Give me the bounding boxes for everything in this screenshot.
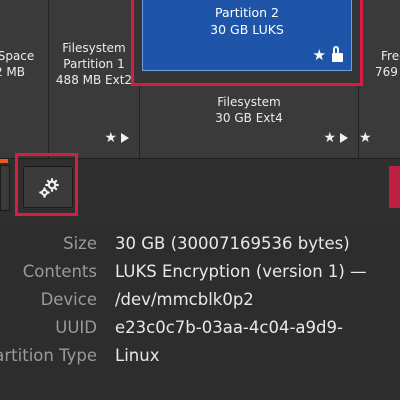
size-value: 30 GB (30007169536 bytes): [115, 234, 350, 253]
contents-label: Contents: [22, 262, 97, 281]
detail-row-device: Device /dev/mmcblk0p2: [0, 286, 400, 314]
filesystem-label: Filesystem: [62, 41, 126, 55]
partition-type-value: Linux: [115, 346, 160, 365]
star-icon: ★: [359, 130, 372, 146]
toolbar-button[interactable]: [0, 165, 10, 211]
uuid-value: e23c0c7b-03aa-4c04-a9d9-: [115, 318, 343, 337]
free-space-size: 2 MB: [0, 65, 26, 79]
contents-value: LUKS Encryption (version 1) —: [115, 262, 367, 281]
partition-size: 30 GB LUKS: [210, 22, 284, 37]
settings-button-highlight: [15, 153, 78, 216]
uuid-label: UUID: [55, 318, 97, 337]
free-space-size: 769: [375, 65, 398, 79]
size-label: Size: [63, 234, 97, 253]
free-space-segment-left[interactable]: Space 2 MB: [0, 0, 49, 158]
star-icon: ★: [323, 130, 336, 146]
detail-row-uuid: UUID e23c0c7b-03aa-4c04-a9d9-: [0, 314, 400, 342]
partition-size: 488 MB Ext2: [55, 73, 133, 87]
selected-partition-highlight: Partition 2 30 GB LUKS ★: [131, 0, 363, 86]
filesystem-partition-1-segment[interactable]: Filesystem Partition 1 488 MB Ext2 ★: [49, 0, 140, 158]
usage-indicator: [0, 159, 8, 163]
partition-map: Space 2 MB Filesystem Partition 1 488 MB…: [0, 0, 400, 158]
partition-name: Partition 1: [63, 57, 125, 71]
filesystem-label: Filesystem: [217, 95, 281, 109]
luks-status-icons: ★: [312, 46, 343, 64]
star-icon: ★: [104, 130, 117, 146]
free-space-label: Space: [0, 49, 35, 63]
delete-button-edge[interactable]: [389, 166, 400, 208]
device-value: /dev/mmcblk0p2: [115, 290, 254, 309]
star-icon: ★: [312, 46, 326, 64]
device-label: Device: [40, 290, 97, 309]
segment-actions: ★: [323, 130, 348, 146]
play-icon: [340, 133, 348, 143]
detail-row-contents: Contents LUKS Encryption (version 1) —: [0, 258, 400, 286]
filesystem-size: 30 GB Ext4: [215, 111, 283, 125]
segment-actions: ★: [104, 130, 129, 146]
lock-icon: [332, 46, 343, 62]
luks-partition-segment[interactable]: Partition 2 30 GB LUKS ★: [142, 0, 352, 71]
free-space-segment-right[interactable]: Free S 769 ★: [359, 0, 400, 158]
segment-actions: ★: [359, 130, 372, 146]
free-space-label: Free S: [381, 49, 400, 63]
partition-details: Size 30 GB (30007169536 bytes) Contents …: [0, 223, 400, 400]
detail-row-size: Size 30 GB (30007169536 bytes): [0, 230, 400, 258]
partition-type-label: Partition Type: [0, 346, 97, 365]
detail-row-partition-type: Partition Type Linux: [0, 342, 400, 370]
partition-name: Partition 2: [214, 5, 280, 20]
play-icon: [121, 133, 129, 143]
